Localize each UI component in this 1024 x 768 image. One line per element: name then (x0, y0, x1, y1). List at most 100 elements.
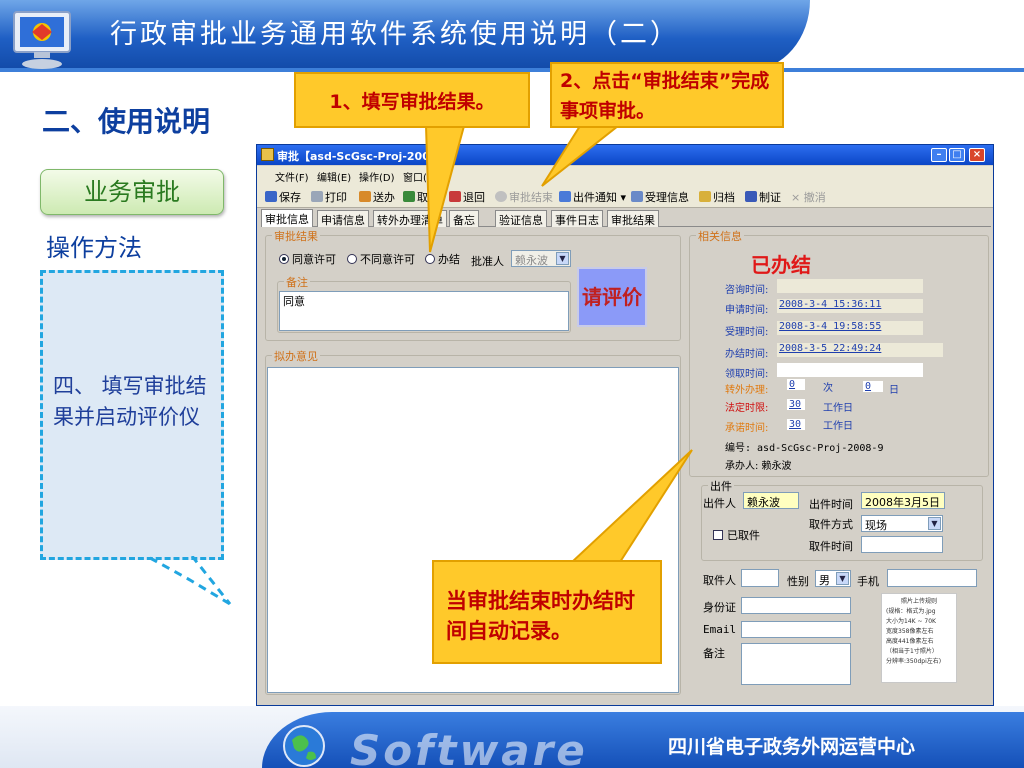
tab-event-log[interactable]: 事件日志 (551, 210, 603, 227)
legal-limit-unit: 工作日 (823, 403, 853, 414)
menu-operation[interactable]: 操作(D) (359, 169, 395, 184)
save-icon (265, 191, 277, 202)
transfer-count: 0 (787, 379, 805, 390)
print-button[interactable]: 打印 (311, 189, 347, 205)
certify-button[interactable]: 制证 (745, 189, 781, 205)
window-titlebar: 审批【asd-ScGsc-Proj-2008-9】 – □ × (257, 145, 993, 165)
finish-approval-button[interactable]: 审批结束 (495, 189, 553, 205)
legal-limit-value: 30 (787, 399, 805, 410)
undo-button[interactable]: × 撤消 (791, 189, 826, 205)
slide-header: 行政审批业务通用软件系统使用说明（二） (0, 0, 1024, 72)
pickup-person-field[interactable] (741, 569, 779, 587)
photo-note-line: 宽度358像素左右 (886, 628, 934, 635)
maximize-button[interactable]: □ (949, 148, 965, 162)
approval-result-label: 审批结果 (272, 228, 320, 244)
step-note-box: 四、 填写审批结果并启动评价仪 (40, 270, 224, 560)
finish-time-value: 2008-3-5 22:49:24 (777, 343, 943, 357)
approver-select[interactable]: 赖永波 ▼ (511, 250, 571, 267)
accept-info-icon (631, 191, 643, 202)
window-title: 审批【asd-ScGsc-Proj-2008-9】 (277, 150, 461, 163)
remarks-label: 备注 (284, 274, 310, 290)
radio-dot (425, 254, 435, 264)
accept-time-label: 受理时间: (725, 327, 769, 338)
promise-label: 承诺时间: (725, 423, 769, 434)
status-badge: 已办结 (751, 253, 811, 277)
pickup-remark-label: 备注 (703, 647, 725, 660)
pickup-time-label: 取件时间 (809, 540, 853, 553)
related-info-label: 相关信息 (696, 228, 744, 244)
collected-checkbox[interactable]: 已取件 (713, 527, 760, 543)
issuer-field[interactable]: 赖永波 (743, 492, 799, 509)
monitor-logo-icon (13, 11, 71, 69)
email-label: Email (703, 623, 737, 636)
pickup-remark-field[interactable] (741, 643, 851, 685)
pickup-time-field[interactable] (861, 536, 943, 553)
checkbox-box (713, 530, 723, 540)
retrieve-button[interactable]: 取回 (403, 189, 439, 205)
print-icon (311, 191, 323, 202)
radio-reject[interactable]: 不同意许可 (347, 251, 415, 267)
tab-approval-info[interactable]: 审批信息 (261, 209, 313, 227)
certify-icon (745, 191, 757, 202)
chevron-down-icon: ▼ (836, 572, 849, 585)
return-icon (449, 191, 461, 202)
return-button[interactable]: 退回 (449, 189, 485, 205)
transfer-label: 转外办理: (725, 385, 769, 396)
close-button[interactable]: × (969, 148, 985, 162)
radio-finish[interactable]: 办结 (425, 251, 460, 267)
promise-value: 30 (787, 419, 805, 430)
send-icon (359, 191, 371, 202)
globe-icon (283, 725, 325, 767)
radio-approve[interactable]: 同意许可 (279, 251, 336, 267)
notify-icon (559, 191, 571, 202)
approver-label: 批准人 (471, 255, 504, 268)
tab-approval-result[interactable]: 审批结果 (607, 210, 659, 227)
business-approval-button[interactable]: 业务审批 (40, 169, 224, 215)
phone-label: 手机 (857, 575, 879, 588)
accept-info-button[interactable]: 受理信息 (631, 189, 689, 205)
tab-application-info[interactable]: 申请信息 (317, 210, 369, 227)
archive-button[interactable]: 归档 (699, 189, 735, 205)
callout-step3: 当审批结束时办结时间自动记录。 (432, 560, 662, 664)
finish-icon (495, 191, 507, 202)
note-tail (150, 556, 232, 606)
email-field[interactable] (741, 621, 851, 638)
menu-window[interactable]: 窗口(W) (403, 169, 441, 184)
gender-select[interactable]: 男 ▼ (815, 570, 851, 587)
app-icon (261, 148, 274, 161)
minimize-button[interactable]: – (931, 148, 947, 162)
chevron-down-icon: ▼ (928, 517, 941, 530)
menu-file[interactable]: 文件(F) (275, 169, 309, 184)
photo-note-line: 照片上传规则 (900, 598, 937, 605)
case-number: 编号: asd-ScGsc-Proj-2008-9 (725, 443, 884, 454)
notify-button[interactable]: 出件通知 ▾ (559, 189, 626, 205)
phone-field[interactable] (887, 569, 977, 587)
slide-title: 行政审批业务通用软件系统使用说明（二） (110, 19, 680, 50)
footer-organization: 四川省电子政务外网运营中心 (668, 736, 916, 758)
tab-memo[interactable]: 备忘 (449, 210, 479, 227)
finish-time-label: 办结时间: (725, 349, 769, 360)
method-select[interactable]: 现场 ▼ (861, 515, 943, 532)
issuer-label: 出件人 (703, 497, 736, 510)
photo-note-line: 高度441像素左右 (886, 638, 934, 645)
photo-upload-note[interactable]: 照片上传规则 (规格：格式为.jpg 大小为14K ~ 70K 宽度358像素左… (881, 593, 957, 683)
issue-time-field[interactable]: 2008年3月5日 2 (861, 492, 945, 509)
remarks-textarea[interactable]: 同意 (279, 291, 569, 331)
send-button[interactable]: 送办 (359, 189, 395, 205)
slide-footer: Software 四川省电子政务外网运营中心 (0, 706, 1024, 768)
save-button[interactable]: 保存 (265, 189, 301, 205)
photo-note-line: 大小为14K ~ 70K (886, 618, 936, 625)
promise-unit: 工作日 (823, 421, 853, 432)
menu-edit[interactable]: 编辑(E) (317, 169, 351, 184)
collect-time-value (777, 363, 923, 377)
transfer-day-unit: 日 (889, 385, 899, 396)
toolbar: 保存 打印 送办 取回 退回 审批结束 出件通知 ▾ 受理信息 归档 制证 × … (257, 184, 993, 208)
tab-external-list[interactable]: 转外办理清单 (373, 210, 447, 227)
undo-icon: × (791, 191, 801, 204)
rate-evaluation-button[interactable]: 请评价 (577, 267, 647, 327)
footer-brand: Software (350, 726, 588, 768)
id-card-field[interactable] (741, 597, 851, 614)
callout-step1: 1、填写审批结果。 (294, 72, 530, 128)
method-label: 取件方式 (809, 518, 853, 531)
tab-verification[interactable]: 验证信息 (495, 210, 547, 227)
